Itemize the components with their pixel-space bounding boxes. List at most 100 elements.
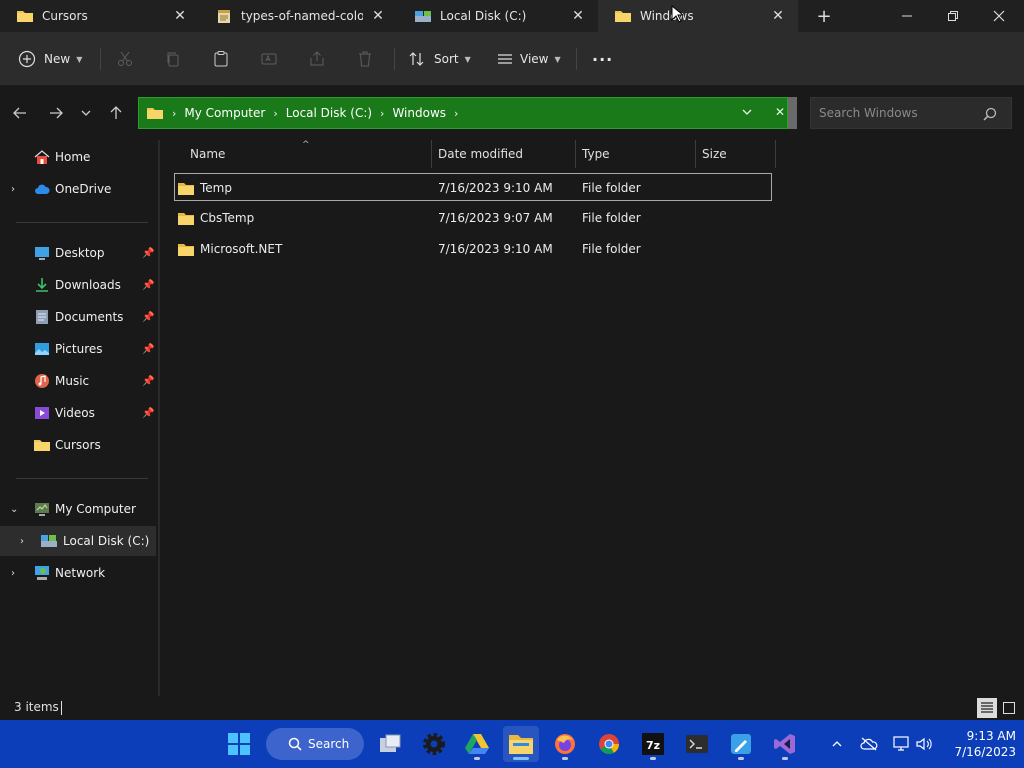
tab-types-of-named-colors[interactable]: types-of-named-colors ✕ [200,0,398,32]
breadcrumb-windows[interactable]: Windows [392,106,446,120]
svg-text:7z: 7z [646,739,660,752]
tab-local-disk[interactable]: Local Disk (C:) ✕ [398,0,598,32]
sort-ascending-icon: ^ [302,140,310,150]
taskbar-visual-studio[interactable] [767,726,803,762]
address-dropdown-button[interactable] [741,106,753,121]
taskbar-settings[interactable] [416,726,452,762]
running-indicator [650,757,656,760]
more-options-button[interactable]: ··· [592,44,613,74]
back-button[interactable] [8,100,32,126]
paste-button[interactable] [212,44,230,74]
scissors-icon [118,51,132,66]
file-row[interactable]: Microsoft.NET 7/16/2023 9:10 AM File fol… [174,235,772,263]
sidebar-item-downloads[interactable]: Downloads 📌 [0,270,156,300]
address-clear-button[interactable]: ✕ [775,105,785,119]
sidebar-item-cursors[interactable]: Cursors [0,430,156,460]
sort-button[interactable]: Sort ▼ [408,44,471,74]
taskbar-paint[interactable] [723,726,759,762]
pin-icon[interactable]: 📌 [142,408,154,419]
file-row[interactable]: Temp 7/16/2023 9:10 AM File folder [174,173,772,201]
close-icon[interactable]: ✕ [768,6,788,26]
network-tray-button[interactable] [889,732,913,756]
breadcrumb-chevron-icon[interactable]: › [273,107,277,120]
column-header-date[interactable]: Date modified [432,140,576,168]
breadcrumb-local-disk[interactable]: Local Disk (C:) [286,106,372,120]
sidebar-item-desktop[interactable]: Desktop 📌 [0,238,156,268]
search-input[interactable] [819,106,979,120]
sidebar-item-home[interactable]: Home [0,142,156,172]
new-button[interactable]: New ▼ [18,44,82,74]
breadcrumb-chevron-icon[interactable]: › [454,107,458,120]
onedrive-tray-button[interactable] [857,732,881,756]
start-button[interactable] [221,726,257,762]
volume-tray-button[interactable] [912,732,936,756]
copy-button[interactable] [164,44,182,74]
column-header-label: Name [190,147,226,161]
sidebar-item-onedrive[interactable]: › OneDrive [0,174,156,204]
pin-icon[interactable]: 📌 [142,248,154,259]
sidebar-item-music[interactable]: Music 📌 [0,366,156,396]
recent-locations-button[interactable] [74,100,98,126]
tiles-view-button[interactable] [999,698,1019,718]
share-icon [310,51,324,66]
sidebar-item-label: Music [55,374,90,388]
chevron-right-icon[interactable]: › [11,568,15,579]
taskbar-task-view[interactable] [372,726,408,762]
taskbar-search-button[interactable]: Search [266,728,364,760]
taskbar-app-drive[interactable] [459,726,495,762]
chevron-right-icon[interactable]: › [11,184,15,195]
plus-circle-icon [18,50,36,68]
column-header-size[interactable]: Size [696,140,776,168]
close-icon[interactable]: ✕ [368,6,388,26]
drive-icon [415,11,431,22]
sidebar-item-pictures[interactable]: Pictures 📌 [0,334,156,364]
address-bar[interactable]: › My Computer › Local Disk (C:) › Window… [138,97,788,129]
cut-button[interactable] [116,44,134,74]
tab-cursors[interactable]: Cursors ✕ [0,0,200,32]
chevron-down-icon[interactable]: ⌄ [10,504,18,515]
breadcrumb-my-computer[interactable]: My Computer [184,106,265,120]
close-icon[interactable]: ✕ [568,6,588,26]
search-icon[interactable] [983,107,997,121]
chevron-right-icon[interactable]: › [20,536,24,547]
column-header-type[interactable]: Type [576,140,696,168]
rename-button[interactable] [260,44,278,74]
sidebar-item-my-computer[interactable]: ⌄ My Computer [0,494,156,524]
taskbar-clock[interactable]: 9:13 AM 7/16/2023 [940,728,1016,760]
view-button[interactable]: View ▼ [496,44,561,74]
sidebar-item-local-disk[interactable]: › Local Disk (C:) [0,526,156,556]
show-hidden-icons-button[interactable] [825,732,849,756]
sort-icon [409,52,424,66]
taskbar-search-label: Search [308,737,350,751]
share-button[interactable] [308,44,326,74]
tab-windows[interactable]: Windows ✕ [598,0,798,32]
close-icon[interactable]: ✕ [170,6,190,26]
new-tab-button[interactable]: + [812,4,836,28]
up-button[interactable] [104,100,128,126]
details-view-button[interactable] [977,698,997,718]
sidebar-item-network[interactable]: › Network [0,558,156,588]
taskbar-7zip[interactable]: 7z [635,726,671,762]
minimize-button[interactable] [884,0,930,32]
sidebar-item-videos[interactable]: Videos 📌 [0,398,156,428]
pin-icon[interactable]: 📌 [142,376,154,387]
address-scrollbar[interactable] [788,97,797,129]
pin-icon[interactable]: 📌 [142,280,154,291]
close-window-button[interactable] [976,0,1022,32]
taskbar-terminal[interactable] [679,726,715,762]
forward-button[interactable] [44,100,68,126]
restore-button[interactable] [930,0,976,32]
delete-button[interactable] [356,44,374,74]
breadcrumb-chevron-icon[interactable]: › [380,107,384,120]
taskbar-firefox[interactable] [547,726,583,762]
file-row[interactable]: CbsTemp 7/16/2023 9:07 AM File folder [174,204,772,232]
taskbar: Search 7z 9:13 AM 7/16/2023 [0,720,1024,768]
pin-icon[interactable]: 📌 [142,312,154,323]
taskbar-chrome[interactable] [591,726,627,762]
search-box[interactable] [810,97,1012,129]
sidebar-item-documents[interactable]: Documents 📌 [0,302,156,332]
sidebar-item-label: Documents [55,310,124,324]
taskbar-file-explorer[interactable] [503,726,539,762]
pin-icon[interactable]: 📌 [142,344,154,355]
pane-splitter[interactable] [158,140,160,696]
